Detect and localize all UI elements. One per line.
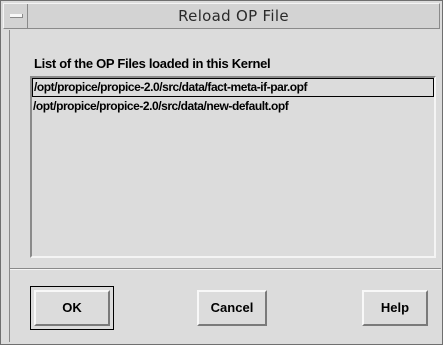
cancel-button[interactable]: Cancel — [197, 290, 267, 326]
help-button[interactable]: Help — [362, 290, 428, 326]
window-menu-button[interactable] — [4, 4, 28, 28]
separator — [10, 268, 441, 270]
title-bar[interactable]: Reload OP File — [3, 3, 440, 29]
list-label: List of the OP Files loaded in this Kern… — [34, 56, 271, 71]
list-item[interactable]: /opt/propice/propice-2.0/src/data/fact-m… — [32, 78, 434, 97]
ok-button[interactable]: OK — [34, 290, 110, 326]
list-item[interactable]: /opt/propice/propice-2.0/src/data/new-de… — [32, 97, 434, 116]
op-files-listbox[interactable]: /opt/propice/propice-2.0/src/data/fact-m… — [30, 76, 436, 258]
frame-edge — [9, 30, 10, 342]
window-menu-icon — [10, 14, 23, 18]
window-title: Reload OP File — [178, 7, 289, 25]
